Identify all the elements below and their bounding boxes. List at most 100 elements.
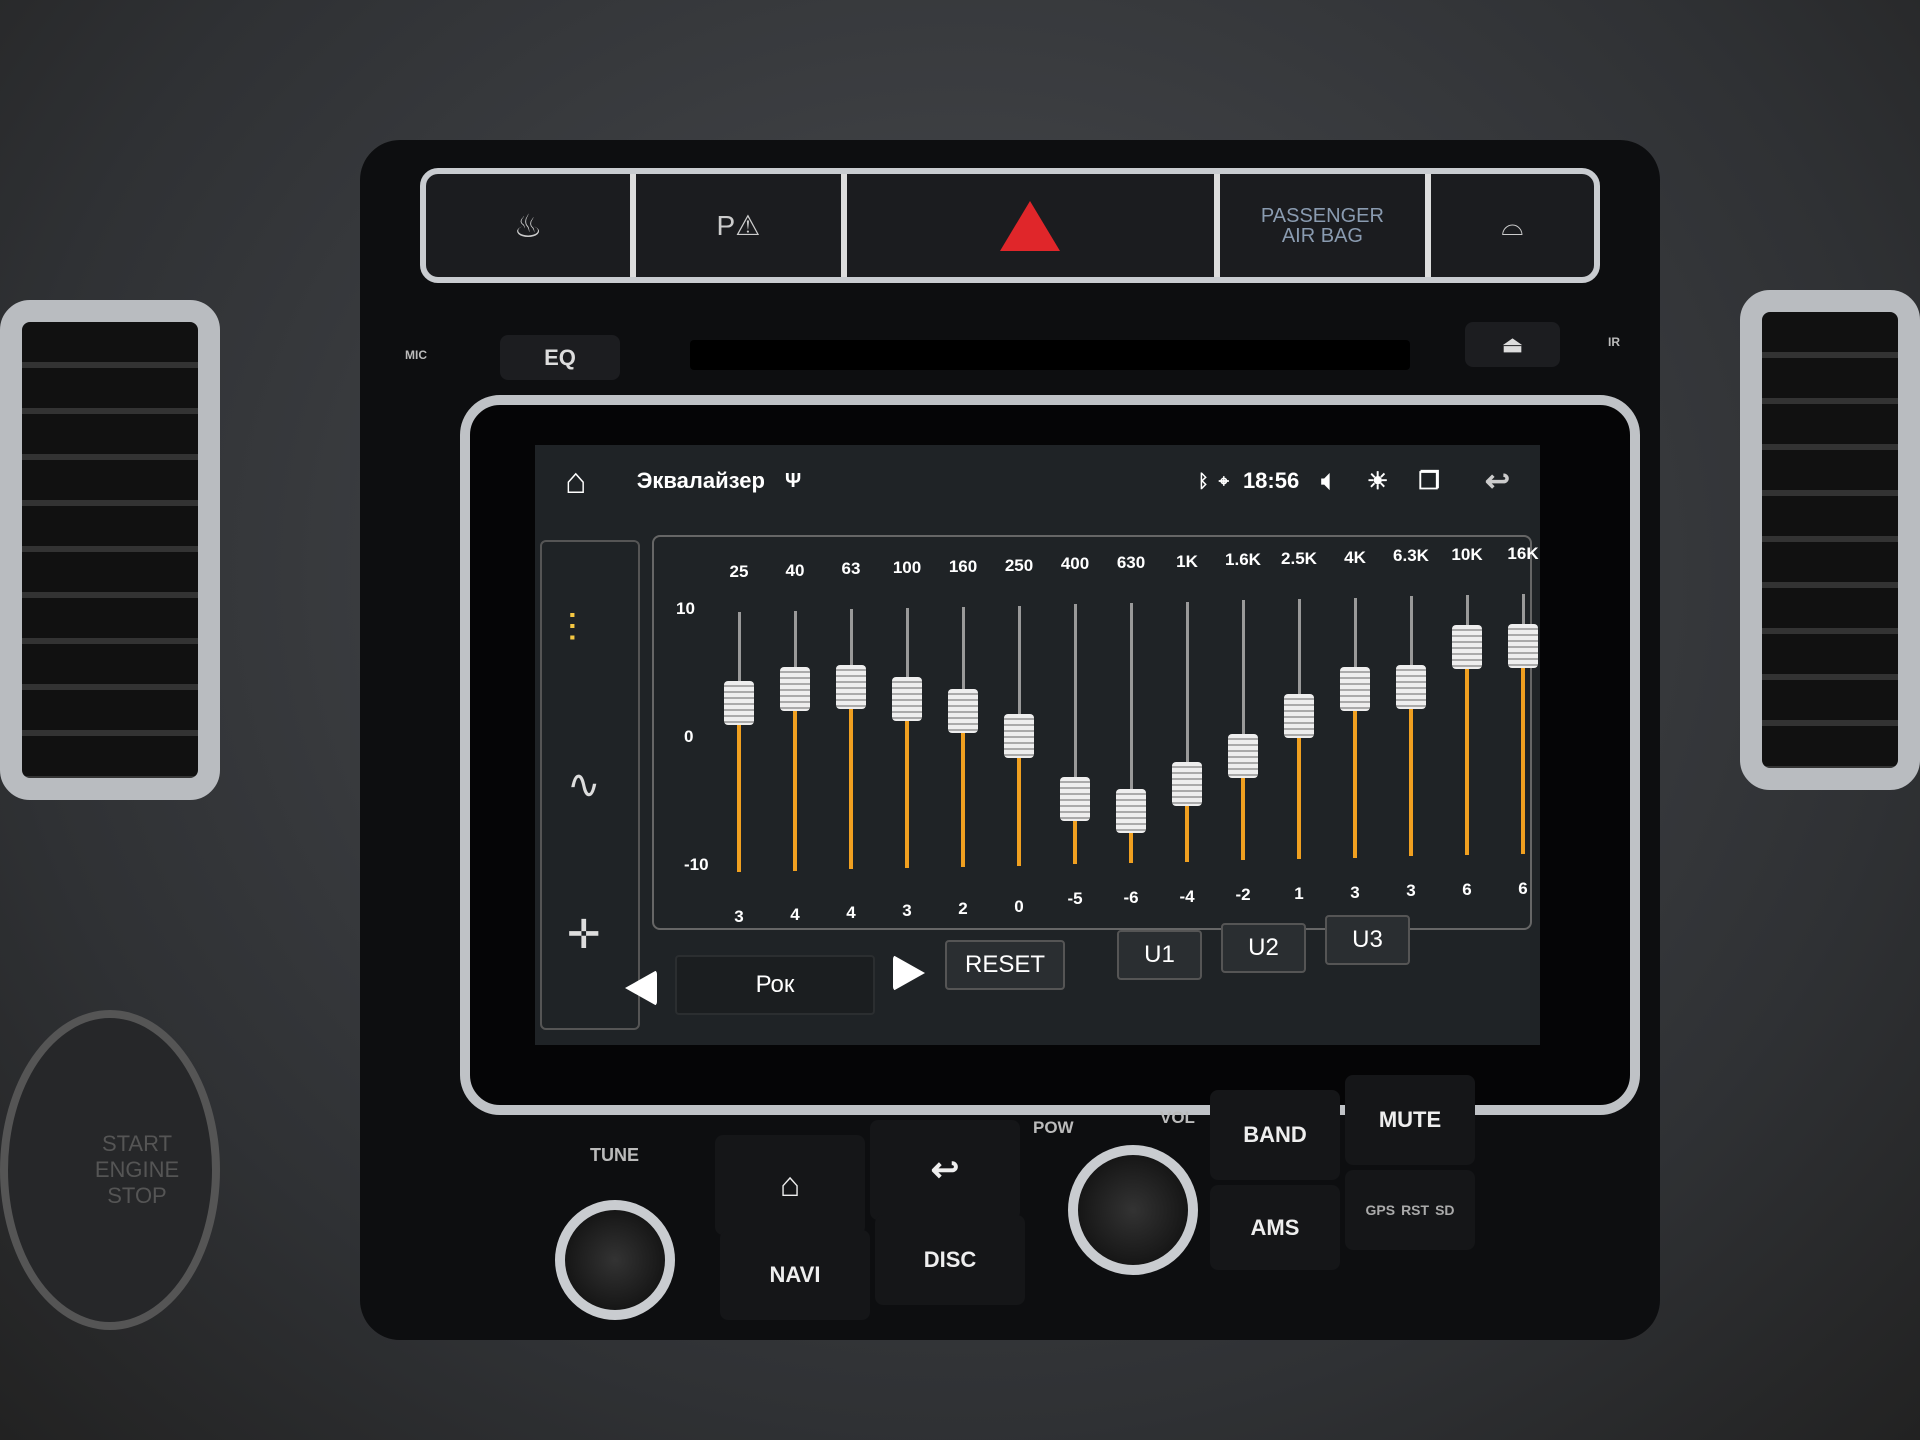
hazard-button[interactable] (847, 174, 1221, 277)
frequency-label: 4K (1344, 547, 1366, 567)
user-preset-u3-button[interactable]: U3 (1325, 915, 1410, 965)
value-label: 3 (1350, 882, 1360, 902)
eq-slider-knob[interactable] (780, 666, 810, 711)
slider-fill (905, 699, 909, 869)
home-icon[interactable]: ⌂ (565, 460, 587, 502)
value-label: 3 (1406, 881, 1416, 901)
frequency-label: 160 (948, 556, 978, 576)
back-icon: ↩ (930, 1151, 960, 1189)
frequency-label: 40 (785, 560, 805, 580)
gps-label: GPS (1365, 1202, 1396, 1218)
eq-slider-knob[interactable] (892, 677, 922, 722)
frequency-label: 6.3K (1393, 546, 1429, 566)
eq-slider-knob[interactable] (1172, 761, 1202, 806)
value-label: -2 (1235, 885, 1251, 905)
preset-display: Рок (675, 955, 875, 1015)
value-label: 3 (902, 901, 912, 920)
value-label: -5 (1067, 889, 1083, 909)
slider-fill (849, 687, 853, 870)
eq-slider-knob[interactable] (1396, 665, 1426, 710)
rst-button[interactable]: RST (1401, 1202, 1429, 1218)
eq-slider-knob[interactable] (1340, 666, 1370, 711)
volume-icon[interactable]: 🔈︎ (1321, 465, 1337, 497)
value-label: 4 (790, 905, 800, 924)
top-button-bar: ♨ P⚠ PASSENGER AIR BAG ⌓ (420, 168, 1600, 283)
frequency-label: 16K (1507, 543, 1539, 563)
reset-button[interactable]: RESET (945, 940, 1065, 990)
balance-icon[interactable]: ✛ (567, 912, 601, 958)
sd-slot-label: SD (1435, 1202, 1455, 1218)
pow-label: POW (1033, 1118, 1074, 1137)
y-label-max: 10 (676, 599, 695, 618)
slider-fill (737, 703, 741, 872)
y-label-min: -10 (684, 855, 709, 874)
slider-fill (1521, 645, 1525, 854)
home-hardware-button[interactable]: ⌂ (715, 1135, 865, 1235)
equalizer-panel: 10 0 -10 25 3 40 4 63 4 100 3 160 2 250 0 400 -5 630 -6… (652, 535, 1539, 930)
value-label: 0 (1014, 897, 1024, 916)
eq-sidebar: ⫶ ∿ ✛ (540, 540, 640, 1030)
eq-slider-knob[interactable] (1284, 694, 1314, 738)
frequency-label: 100 (892, 558, 922, 578)
brightness-icon[interactable]: ☀ (1367, 467, 1389, 496)
tune-knob[interactable] (555, 1200, 675, 1320)
eject-icon: ⏏ (1502, 331, 1523, 357)
ir-label: IR (1608, 335, 1620, 349)
slider-fill (1353, 688, 1357, 858)
seat-heat-button[interactable]: ♨ (426, 174, 637, 277)
eject-button[interactable]: ⏏ (1465, 322, 1560, 367)
eq-button[interactable]: EQ (500, 335, 620, 380)
user-preset-u2-button[interactable]: U2 (1221, 923, 1306, 973)
hazard-icon (1000, 200, 1061, 251)
tune-label: TUNE (590, 1145, 639, 1165)
value-label: -6 (1123, 887, 1139, 907)
eq-slider-knob[interactable] (1004, 713, 1034, 758)
disc-slot (690, 340, 1410, 370)
mute-button[interactable]: MUTE (1345, 1075, 1475, 1165)
disc-button[interactable]: DISC (875, 1215, 1025, 1305)
frequency-label: 250 (1004, 555, 1034, 575)
value-label: 6 (1462, 880, 1472, 900)
user-preset-u1-button[interactable]: U1 (1117, 930, 1202, 980)
park-assist-button[interactable]: P⚠ (636, 174, 847, 277)
start-stop-button[interactable]: START ENGINE STOP (0, 1010, 220, 1330)
slider-fill (961, 710, 965, 867)
vol-label: VOL (1160, 1108, 1195, 1127)
eq-slider-knob[interactable] (724, 681, 754, 725)
power-volume-knob[interactable] (1068, 1145, 1198, 1275)
waveform-icon[interactable]: ∿ (567, 762, 601, 808)
eq-slider-knob[interactable] (1452, 625, 1482, 670)
usb-icon: Ψ (784, 469, 802, 492)
frequency-label: 400 (1060, 554, 1090, 574)
band-button[interactable]: BAND (1210, 1090, 1340, 1180)
value-label: 2 (958, 899, 968, 918)
ams-button[interactable]: AMS (1210, 1185, 1340, 1270)
eq-slider-knob[interactable] (1228, 734, 1258, 779)
windows-icon[interactable]: ❐ (1418, 467, 1440, 496)
frequency-label: 2.5K (1281, 549, 1317, 568)
back-icon[interactable]: ↩ (1485, 464, 1510, 499)
frequency-label: 10K (1451, 545, 1483, 565)
eq-slider-knob[interactable] (1060, 777, 1090, 822)
frequency-label: 1.6K (1225, 550, 1261, 570)
clock: 18:56 (1242, 468, 1300, 493)
value-label: 6 (1518, 878, 1528, 898)
prev-preset-button[interactable] (625, 970, 657, 1006)
eq-slider-knob[interactable] (1116, 788, 1146, 833)
seat-heat-icon: ♨ (513, 207, 543, 244)
mic-label: MIC (405, 348, 427, 362)
defrost-button[interactable]: ⌓ (1431, 174, 1594, 277)
eq-slider-knob[interactable] (836, 665, 866, 710)
next-preset-button[interactable] (893, 955, 925, 991)
status-bar: ⌂ Эквалайзер Ψ ᛒ ⌖ 18:56 🔈︎ ☀ ❐ ↩ (535, 445, 1540, 517)
value-label: 1 (1294, 884, 1304, 903)
frequency-label: 63 (841, 559, 861, 579)
y-label-zero: 0 (684, 727, 694, 746)
equalizer-sliders-icon[interactable]: ⫶ (567, 607, 577, 652)
navi-button[interactable]: NAVI (720, 1230, 870, 1320)
eq-slider-knob[interactable] (948, 688, 978, 733)
right-air-vent (1740, 290, 1920, 790)
eq-slider-knob[interactable] (1508, 623, 1538, 668)
back-hardware-button[interactable]: ↩ (870, 1120, 1020, 1220)
frequency-label: 630 (1116, 552, 1146, 572)
